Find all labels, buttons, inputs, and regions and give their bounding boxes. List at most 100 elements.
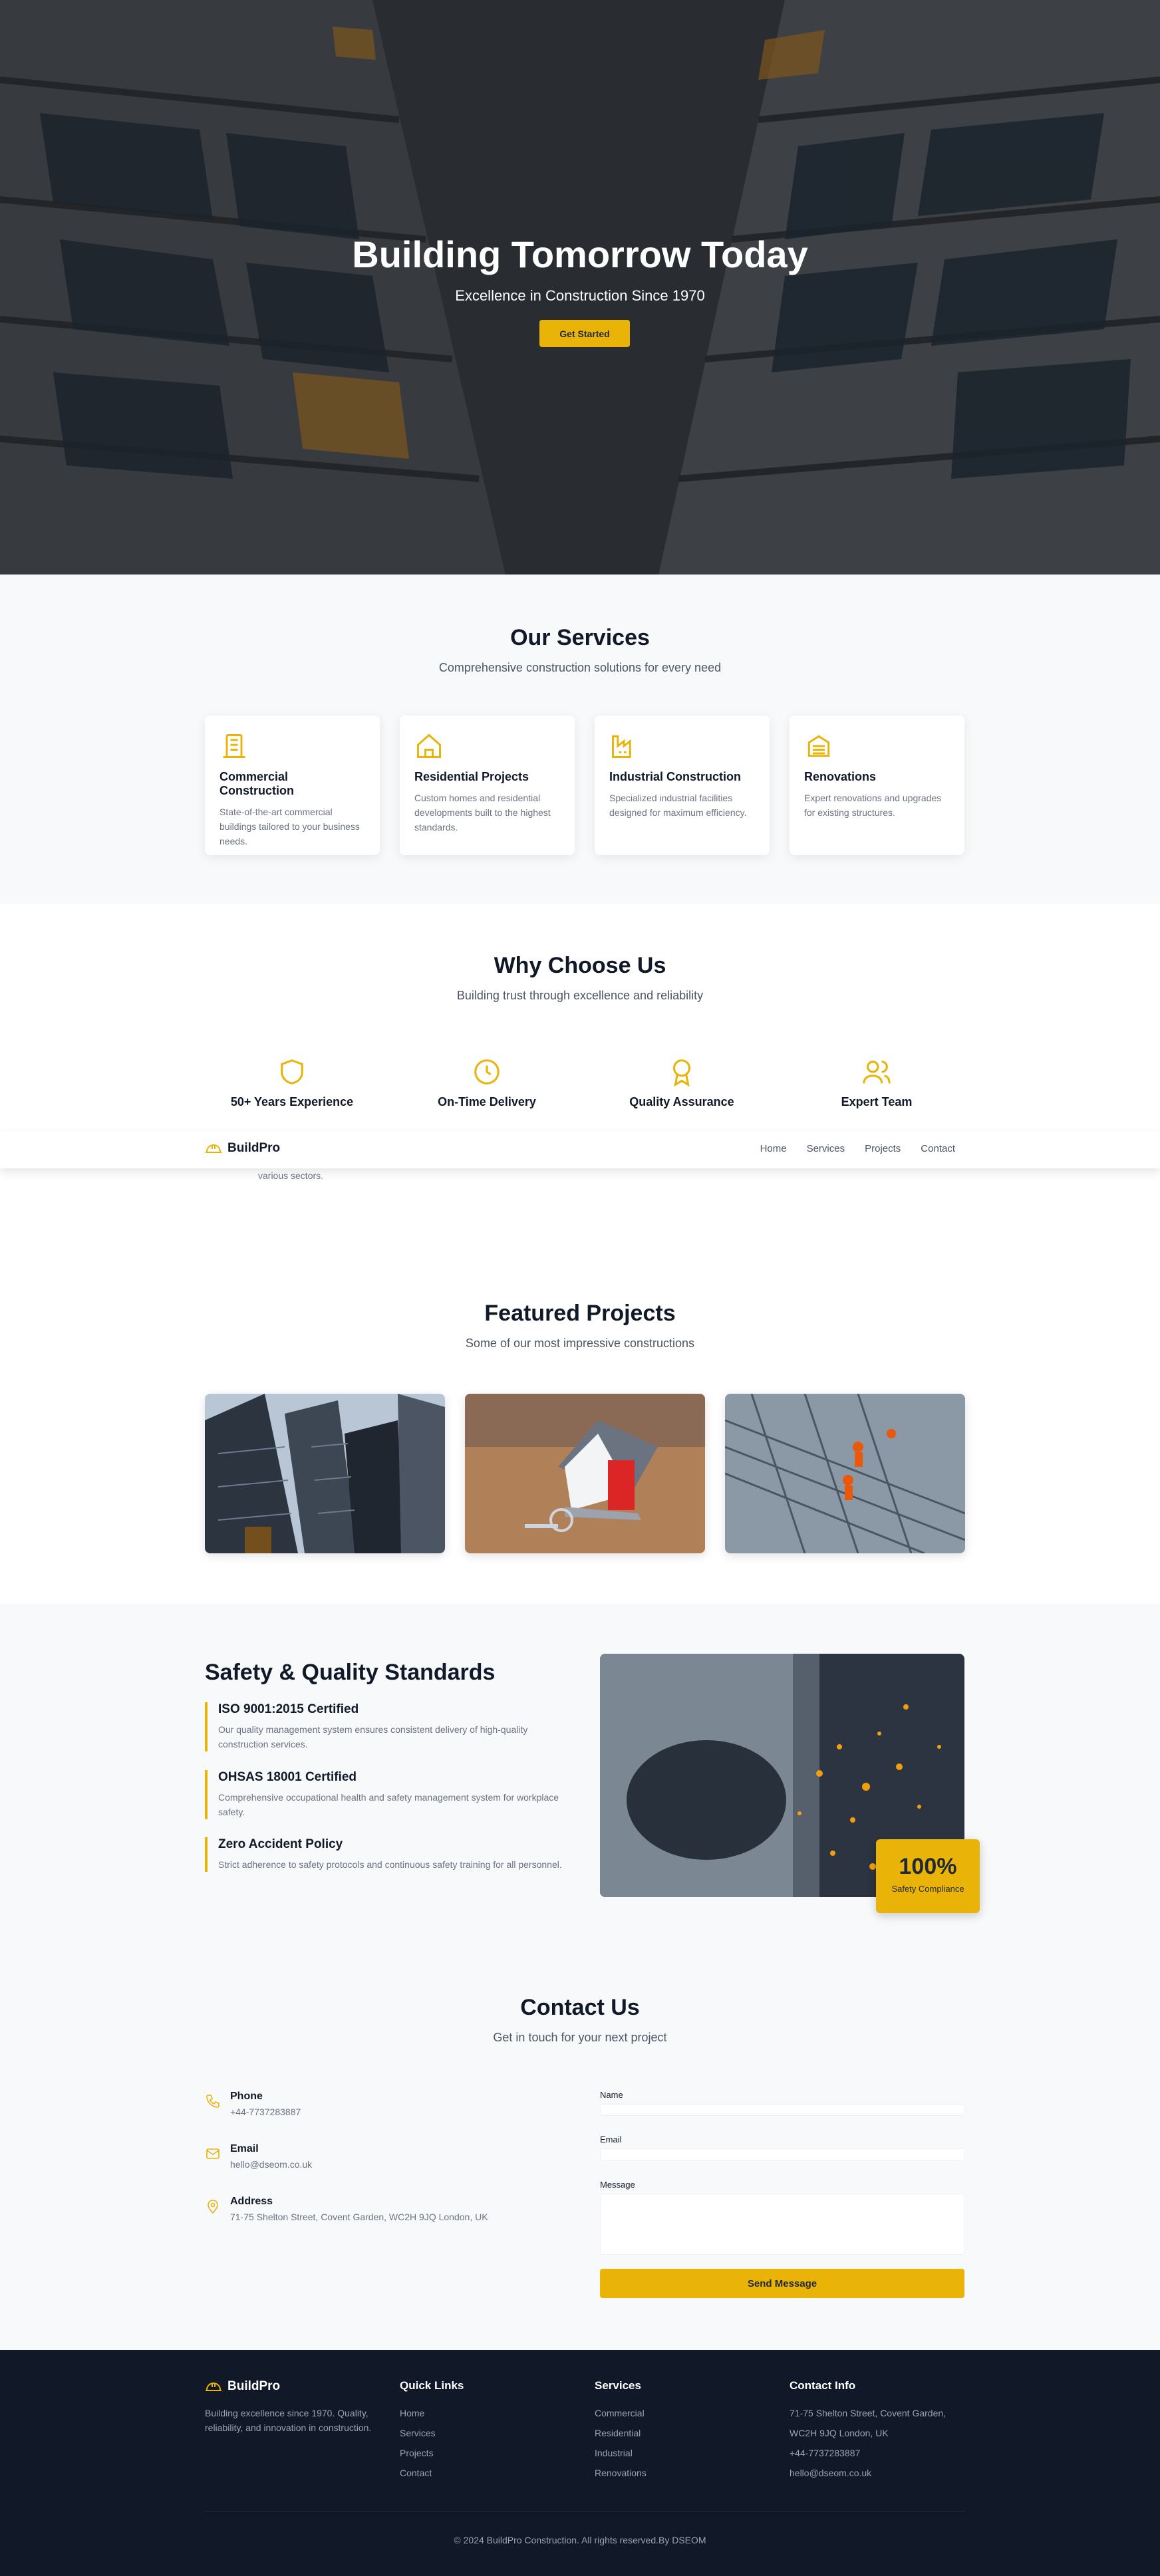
why-title: Why Choose Us [494, 953, 666, 978]
footer-contact-info: Contact Info 71-75 Shelton Street, Coven… [790, 2379, 946, 2483]
nav-link-home[interactable]: Home [760, 1143, 787, 1154]
badge-label: Safety Compliance [891, 1884, 964, 1894]
phone-icon [206, 2095, 219, 2108]
safety-section: Safety & Quality Standards ISO 9001:2015… [0, 1604, 1160, 1936]
contact-label: Phone [230, 2091, 263, 2102]
standard-ohsas: OHSAS 18001 Certified Comprehensive occu… [205, 1770, 577, 1819]
footer-heading: Services [595, 2379, 641, 2392]
footer-quick-links: Quick Links Home Services Projects Conta… [400, 2379, 464, 2483]
footer-info-line: +44-7737283887 [790, 2448, 861, 2458]
contact-label: Email [230, 2143, 259, 2154]
projects-subtitle: Some of our most impressive construction… [465, 1337, 695, 1350]
safety-compliance-badge: 100% Safety Compliance [876, 1839, 980, 1913]
footer-link-contact[interactable]: Contact [400, 2463, 464, 2483]
services-section: Our Services Comprehensive construction … [0, 575, 1160, 904]
standard-zero-accident: Zero Accident Policy Strict adherence to… [205, 1837, 577, 1872]
project-image-skyscrapers[interactable] [205, 1394, 445, 1553]
project-image-house-keys[interactable] [465, 1394, 705, 1553]
standard-desc: Comprehensive occupational health and sa… [218, 1792, 559, 1817]
name-label: Name [600, 2090, 623, 2100]
footer-service-item[interactable]: Commercial [595, 2403, 647, 2423]
contact-value: hello@dseom.co.uk [230, 2159, 313, 2170]
service-card-industrial[interactable]: Industrial Construction Specialized indu… [595, 715, 770, 855]
contact-phone: Phone +44-7737283887 [205, 2091, 301, 2117]
message-label: Message [600, 2180, 635, 2190]
nav-link-services[interactable]: Services [807, 1143, 845, 1154]
name-field[interactable] [600, 2104, 964, 2116]
contact-value: +44-7737283887 [230, 2107, 301, 2117]
footer: BuildPro Building excellence since 1970.… [0, 2350, 1160, 2576]
footer-brand-name: BuildPro [227, 2379, 281, 2393]
contact-address: Address 71-75 Shelton Street, Covent Gar… [205, 2196, 488, 2222]
project-image-site-workers[interactable] [725, 1394, 965, 1553]
service-card-residential[interactable]: Residential Projects Custom homes and re… [400, 715, 575, 855]
feature-on-time: On-Time Delivery [410, 1057, 563, 1109]
service-card-desc: Specialized industrial facilities design… [609, 793, 747, 818]
building-icon [223, 734, 245, 758]
hero-subtitle: Excellence in Construction Since 1970 [455, 287, 705, 304]
clock-icon [474, 1059, 500, 1085]
feature-title: Quality Assurance [629, 1095, 734, 1108]
service-card-title: Industrial Construction [609, 770, 741, 783]
service-card-title: Residential Projects [414, 770, 529, 783]
feature-experience: 50+ Years Experience [216, 1057, 368, 1109]
home-icon [417, 733, 441, 758]
service-card-commercial[interactable]: Commercial Construction State-of-the-art… [205, 715, 380, 855]
nav-link-projects[interactable]: Projects [865, 1143, 901, 1154]
factory-icon [612, 735, 631, 758]
footer-brand-column: BuildPro Building excellence since 1970.… [205, 2379, 384, 2435]
hero-section: Building Tomorrow Today Excellence in Co… [0, 0, 1160, 575]
standard-title: OHSAS 18001 Certified [218, 1770, 357, 1784]
contact-value: 71-75 Shelton Street, Covent Garden, WC2… [230, 2212, 488, 2222]
footer-services: Services Commercial Residential Industri… [595, 2379, 647, 2483]
footer-link-home[interactable]: Home [400, 2403, 464, 2423]
message-textarea[interactable] [600, 2194, 964, 2255]
award-icon [672, 1059, 691, 1087]
footer-copyright: © 2024 BuildPro Construction. All rights… [454, 2535, 706, 2545]
services-title: Our Services [510, 625, 650, 650]
contact-subtitle: Get in touch for your next project [493, 2031, 667, 2044]
standard-desc: Strict adherence to safety protocols and… [218, 1859, 562, 1870]
standard-desc: Our quality management system ensures co… [218, 1724, 528, 1749]
map-pin-icon [208, 2200, 218, 2214]
standard-title: Zero Accident Policy [218, 1837, 343, 1851]
hard-hat-icon [206, 2383, 221, 2391]
footer-link-projects[interactable]: Projects [400, 2443, 464, 2463]
service-card-renovations[interactable]: Renovations Expert renovations and upgra… [790, 715, 964, 855]
why-subtitle: Building trust through excellence and re… [456, 989, 704, 1002]
standard-iso: ISO 9001:2015 Certified Our quality mana… [205, 1702, 577, 1751]
contact-title: Contact Us [520, 1995, 640, 2020]
service-card-desc: State-of-the-art commercial buildings ta… [219, 807, 360, 846]
footer-description: Building excellence since 1970. Quality,… [205, 2408, 372, 2433]
footer-service-item[interactable]: Residential [595, 2423, 647, 2443]
footer-heading: Quick Links [400, 2379, 464, 2392]
footer-brand[interactable]: BuildPro [205, 2379, 384, 2394]
nav-brand-name: BuildPro [227, 1141, 281, 1155]
send-message-button[interactable]: Send Message [600, 2269, 964, 2298]
service-card-title: Renovations [804, 770, 877, 783]
footer-service-item[interactable]: Industrial [595, 2443, 647, 2463]
service-card-desc: Custom homes and residential development… [414, 793, 551, 833]
nav-brand[interactable]: BuildPro [205, 1141, 280, 1156]
footer-divider [205, 2511, 966, 2512]
projects-title: Featured Projects [484, 1301, 676, 1326]
footer-info-line: 71-75 Shelton Street, Covent Garden, [790, 2408, 946, 2418]
footer-info-line: WC2H 9JQ London, UK [790, 2428, 889, 2438]
feature-title: Expert Team [841, 1095, 913, 1108]
why-choose-us-section: Why Choose Us Building trust through exc… [0, 904, 1160, 1170]
service-card-desc: Expert renovations and upgrades for exis… [804, 793, 942, 818]
shield-icon [281, 1059, 303, 1085]
feature-title: 50+ Years Experience [230, 1095, 354, 1108]
contact-label: Address [230, 2196, 273, 2207]
services-subtitle: Comprehensive construction solutions for… [438, 661, 722, 674]
get-started-button[interactable]: Get Started [539, 320, 630, 347]
nav-links: Home Services Projects Contact [760, 1143, 955, 1154]
footer-service-item[interactable]: Renovations [595, 2463, 647, 2483]
email-label: Email [600, 2134, 622, 2144]
footer-link-services[interactable]: Services [400, 2423, 464, 2443]
footer-info-line: hello@dseom.co.uk [790, 2468, 872, 2478]
contact-section: Contact Us Get in touch for your next pr… [0, 1936, 1160, 2350]
email-field[interactable] [600, 2148, 964, 2160]
service-card-title: Commercial Construction [219, 770, 294, 797]
nav-link-contact[interactable]: Contact [921, 1143, 955, 1154]
